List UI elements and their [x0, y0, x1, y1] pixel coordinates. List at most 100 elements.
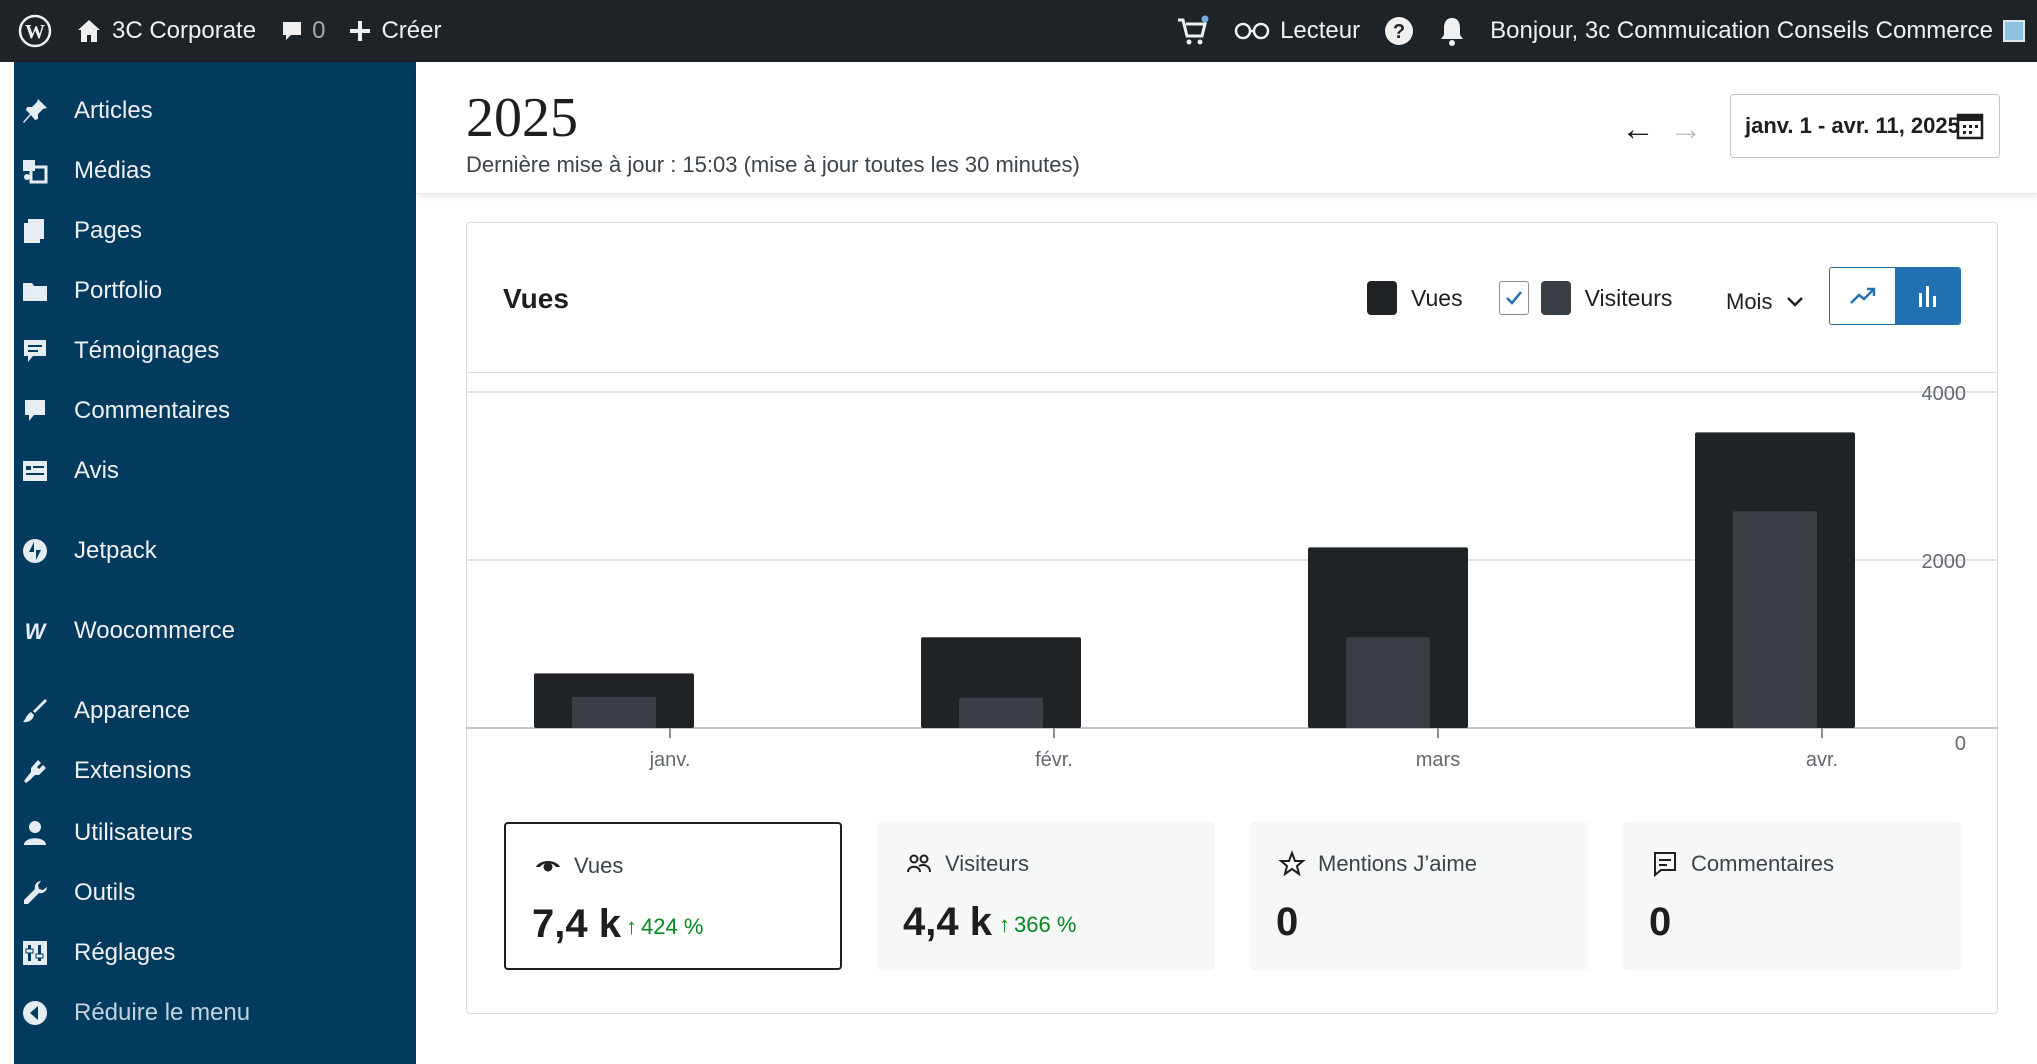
stat-tile-comments-header: Commentaires: [1651, 850, 1834, 878]
comment-box-icon: [1654, 852, 1676, 878]
sidebar-item-jetpack[interactable]: Jetpack: [14, 526, 416, 576]
eye-icon: [536, 861, 560, 872]
date-range-picker[interactable]: janv. 1 - avr. 11, 2025: [1730, 94, 2000, 158]
card-title: Vues: [503, 283, 569, 314]
media-icon: [18, 154, 52, 188]
period-select[interactable]: Mois: [1726, 289, 1804, 315]
people-icon: [907, 854, 931, 873]
y-tick-label: 4000: [1922, 383, 1967, 405]
sidebar-item-outils[interactable]: Outils: [14, 868, 416, 918]
sidebar-item-apparence[interactable]: Apparence: [14, 686, 416, 736]
collapse-menu-button[interactable]: Réduire le menu: [14, 988, 416, 1038]
visitors-checkbox[interactable]: [1498, 281, 1529, 315]
pin-icon: [18, 94, 52, 128]
stat-tile-likes-header: Mentions J’aime: [1278, 850, 1477, 878]
comments-link[interactable]: 0: [268, 0, 337, 62]
window-edge: [0, 62, 14, 1064]
plus-icon: [350, 21, 371, 41]
page-title: 2025: [466, 87, 578, 149]
testimonial-icon: [18, 334, 52, 368]
bar-chart-toggle-button[interactable]: [1895, 268, 1960, 324]
admin-bar: W 3C Corporate 0 Créer Lecteur ? Bonjour…: [0, 0, 2037, 62]
account-menu[interactable]: Bonjour, 3c Commuication Conseils Commer…: [1478, 0, 2037, 62]
previous-period-arrow-icon[interactable]: ←: [1621, 110, 1655, 149]
site-name-link[interactable]: 3C Corporate: [64, 0, 268, 62]
sidebar-item-reglages[interactable]: Réglages: [14, 928, 416, 978]
sidebar-item-portfolio[interactable]: Portfolio: [14, 266, 416, 316]
x-tick-label: févr.: [1035, 749, 1073, 771]
wrench-icon: [18, 876, 52, 910]
stat-visitors-value: 4,4 k: [903, 900, 992, 944]
legend-label-views: Vues: [1411, 284, 1463, 311]
pages-icon: [18, 214, 52, 248]
stat-comments-value: 0: [1649, 900, 1672, 944]
sidebar-item-temoignages[interactable]: Témoignages: [14, 326, 416, 376]
create-new-link[interactable]: Créer: [337, 0, 453, 62]
bar-visitors: [1346, 637, 1430, 728]
bar-visitors: [572, 696, 656, 728]
x-tick-label: mars: [1416, 749, 1460, 771]
checkmark-icon: [1505, 291, 1522, 305]
stat-tile-views-header: Vues: [534, 852, 623, 880]
help-button[interactable]: ?: [1372, 0, 1426, 62]
svg-text:W: W: [25, 619, 48, 644]
stat-visitors-delta-value: 366 %: [1014, 912, 1077, 937]
stat-tile-likes[interactable]: Mentions J’aime 0: [1250, 822, 1588, 970]
bell-icon: [1441, 18, 1464, 46]
home-icon: [78, 20, 100, 42]
chart-type-toggle: [1829, 267, 1961, 325]
stat-tile-views[interactable]: Vues 7,4 k ↑ 424 %: [504, 822, 842, 970]
star-icon: [1278, 850, 1306, 877]
next-period-arrow-icon[interactable]: →: [1669, 110, 1703, 149]
reader-link[interactable]: Lecteur: [1222, 0, 1372, 62]
date-range-text: janv. 1 - avr. 11, 2025: [1745, 113, 1960, 138]
x-tick-label: janv.: [649, 749, 691, 771]
svg-text:W: W: [25, 21, 45, 43]
arrow-up-icon: ↑: [999, 912, 1010, 937]
glasses-icon: [1234, 22, 1270, 40]
legend-label-visitors: Visiteurs: [1584, 284, 1673, 311]
help-icon: ?: [1385, 17, 1414, 45]
stat-visitors-label: Visiteurs: [945, 851, 1029, 876]
comments-count: 0: [312, 17, 326, 44]
sidebar-item-commentaires[interactable]: Commentaires: [14, 386, 416, 436]
sidebar-item-woocommerce[interactable]: W Woocommerce: [14, 606, 416, 656]
reader-label: Lecteur: [1280, 17, 1361, 44]
line-chart-toggle-button[interactable]: [1830, 268, 1895, 324]
bar-chart-icon: [1918, 286, 1936, 307]
stat-tile-comments[interactable]: Commentaires 0: [1623, 822, 1961, 970]
sidebar-item-articles[interactable]: Articles: [14, 86, 416, 136]
bar-visitors: [1733, 511, 1817, 728]
folder-icon: [18, 274, 52, 308]
period-navigation: ← →: [1621, 110, 1703, 149]
stat-views-value: 7,4 k: [532, 902, 621, 946]
woocommerce-icon: W: [18, 614, 52, 648]
stat-likes-label: Mentions J’aime: [1318, 851, 1477, 876]
create-label: Créer: [381, 17, 442, 44]
sidebar-item-utilisateurs[interactable]: Utilisateurs: [14, 808, 416, 858]
y-tick-label: 0: [1955, 733, 1966, 755]
wordpress-logo-icon[interactable]: W: [6, 0, 64, 62]
arrow-up-icon: ↑: [626, 914, 637, 939]
chevron-down-icon: [1787, 297, 1804, 307]
notifications-button[interactable]: [1426, 0, 1478, 62]
svg-text:?: ?: [1393, 21, 1405, 43]
stat-visitors-delta: ↑ 366 %: [999, 912, 1076, 938]
sidebar-item-medias[interactable]: Médias: [14, 146, 416, 196]
cart-link[interactable]: [1164, 0, 1222, 62]
stats-header: 2025 Dernière mise à jour : 15:03 (mise …: [416, 62, 2037, 194]
sidebar-item-avis[interactable]: Avis: [14, 446, 416, 496]
avatar: [2003, 20, 2025, 42]
comment-icon: [18, 394, 52, 428]
jetpack-icon: [18, 534, 52, 568]
chart-legend: Vues Visiteurs: [1367, 281, 1708, 315]
user-icon: [18, 816, 52, 850]
calendar-icon: [1956, 113, 1984, 140]
sidebar-item-extensions[interactable]: Extensions: [14, 746, 416, 796]
feedback-icon: [18, 454, 52, 488]
plugin-icon: [18, 754, 52, 788]
settings-icon: [18, 936, 52, 970]
sidebar-item-pages[interactable]: Pages: [14, 206, 416, 256]
stat-tile-visitors[interactable]: Visiteurs 4,4 k ↑ 366 %: [877, 822, 1215, 970]
cart-icon: [1178, 15, 1209, 45]
